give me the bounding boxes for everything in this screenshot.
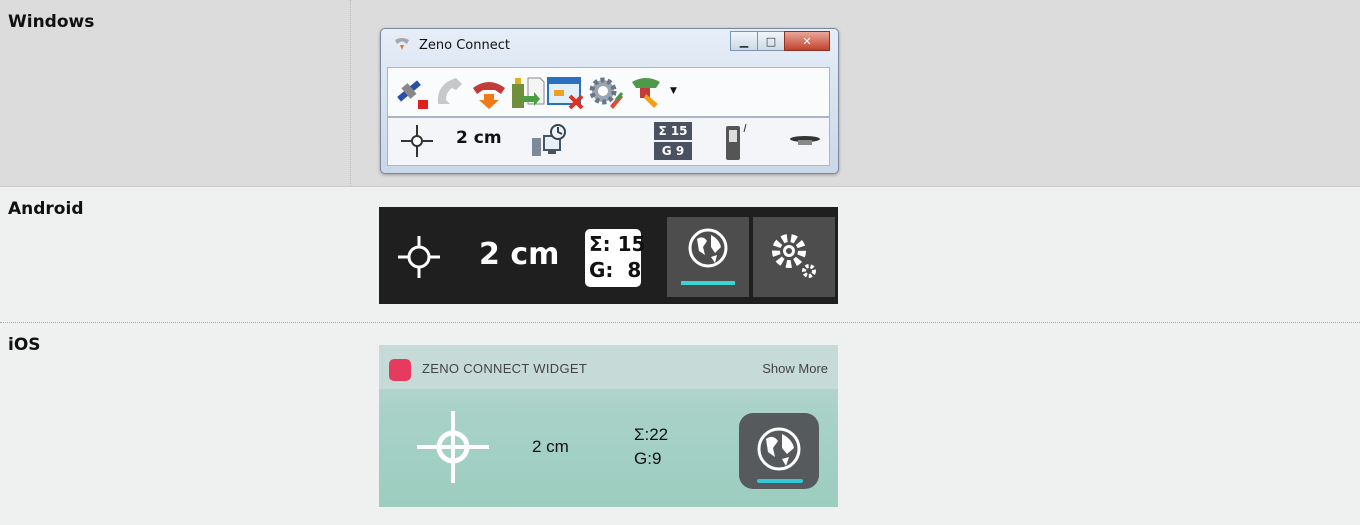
- window-controls: ▁ □ ✕: [730, 31, 830, 51]
- windows-row-label: Windows: [8, 12, 95, 32]
- window-title: Zeno Connect: [419, 38, 510, 53]
- active-indicator: [681, 281, 735, 285]
- status-bar: 2 cm Σ 15 G 9: [387, 117, 830, 166]
- android-row-label: Android: [8, 199, 84, 219]
- android-row: Android 2 cm Σ: 15 G: 8: [0, 186, 1360, 323]
- globe-button[interactable]: [739, 413, 819, 489]
- close-button[interactable]: ✕: [784, 31, 830, 51]
- widget-header: ZENO CONNECT WIDGET Show More: [379, 345, 838, 389]
- satellite-disconnect-icon[interactable]: [392, 74, 430, 110]
- satellite-count: Σ:22 G:9: [634, 423, 668, 471]
- accuracy-value: 2 cm: [456, 128, 502, 148]
- active-indicator: [757, 479, 803, 483]
- satellite-total: Σ: 15: [589, 232, 646, 256]
- accuracy-value: 2 cm: [532, 437, 569, 456]
- minimize-button[interactable]: ▁: [730, 31, 758, 51]
- widget-title: ZENO CONNECT WIDGET: [422, 361, 588, 376]
- android-widget: 2 cm Σ: 15 G: 8: [379, 207, 838, 304]
- globe-button[interactable]: [667, 217, 749, 297]
- satellite-total: Σ:22: [634, 425, 669, 444]
- receiver-connect-icon[interactable]: [628, 74, 666, 110]
- ios-widget: ZENO CONNECT WIDGET Show More 2 cm Σ:22 …: [379, 345, 838, 507]
- satellite-total: Σ 15: [654, 122, 692, 140]
- device-battery-icon: [726, 123, 747, 160]
- receiver-antenna-icon: [790, 136, 820, 145]
- export-data-icon[interactable]: [508, 74, 546, 110]
- satellite-count-box: Σ: 15 G: 8: [585, 229, 646, 287]
- app-icon: [389, 359, 411, 381]
- windows-row: Windows Zeno Connect ▁ □ ✕ ▼ 2 cm Σ 15 G…: [0, 0, 1360, 186]
- crosshair-icon: [417, 411, 489, 483]
- app-icon: [395, 38, 409, 50]
- globe-icon: [688, 228, 728, 268]
- toolbar: ▼: [387, 67, 830, 117]
- globe-icon: [757, 427, 801, 471]
- phone-call-icon[interactable]: [432, 74, 470, 110]
- crosshair-icon: [401, 125, 433, 157]
- settings-button[interactable]: [753, 217, 835, 297]
- maximize-button[interactable]: □: [757, 31, 785, 51]
- ios-row: iOS ZENO CONNECT WIDGET Show More 2 cm Σ…: [0, 322, 1360, 525]
- column-divider: [350, 0, 351, 186]
- close-view-icon[interactable]: [546, 74, 584, 110]
- satellite-gps: G 9: [654, 142, 692, 160]
- network-computer-icon: [532, 124, 566, 156]
- satellite-gps: G: 8: [589, 258, 642, 282]
- ios-row-label: iOS: [8, 335, 41, 355]
- satellite-gps: G:9: [634, 449, 662, 468]
- settings-gear-icon[interactable]: [586, 74, 624, 110]
- accuracy-value: 2 cm: [479, 237, 560, 272]
- zeno-connect-window: Zeno Connect ▁ □ ✕ ▼ 2 cm Σ 15 G 9: [380, 28, 839, 174]
- dropdown-arrow-icon[interactable]: ▼: [670, 86, 677, 96]
- crosshair-icon: [398, 236, 440, 278]
- settings-gear-icon: [772, 234, 816, 278]
- show-more-link[interactable]: Show More: [762, 361, 828, 376]
- phone-hangup-icon[interactable]: [470, 74, 508, 110]
